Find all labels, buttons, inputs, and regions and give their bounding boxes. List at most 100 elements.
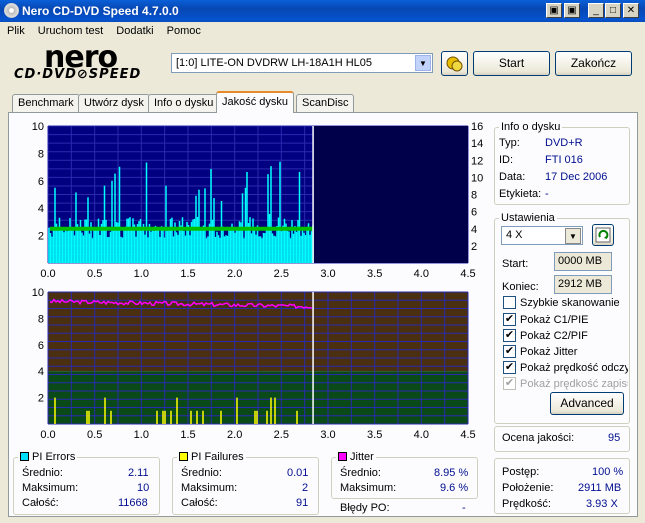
jitter-color-swatch	[338, 452, 347, 461]
quick-scan-label: Szybkie skanowanie	[520, 297, 620, 309]
x-tick-label: 3.5	[367, 429, 382, 441]
cd-dvd-speed-logo: CD·DVD⊘SPEED	[14, 67, 142, 82]
po-errors-value: -	[462, 502, 466, 514]
pi-failures-avg-label: Średnio:	[181, 467, 222, 479]
tab-disc-quality[interactable]: Jakość dysku	[216, 91, 295, 113]
x-tick-label: 4.0	[414, 268, 429, 280]
tray-button-1[interactable]: ▣	[546, 3, 562, 18]
menu-run-test[interactable]: Uruchom test	[31, 22, 106, 37]
chevron-down-icon[interactable]: ▼	[565, 228, 581, 244]
pi-failures-total-value: 91	[296, 497, 309, 509]
speed-label: Prędkość:	[502, 498, 551, 510]
show-pie-checkbox[interactable]: ✔	[503, 313, 516, 326]
tab-disc-info[interactable]: Info o dysku	[148, 94, 220, 112]
start-field[interactable]: 0000 MB	[554, 252, 612, 271]
pi-failures-max-label: Maksimum:	[181, 482, 238, 494]
x-tick-label: 2.0	[227, 429, 242, 441]
maximize-button[interactable]: □	[605, 3, 621, 18]
drive-select[interactable]: [1:0] LITE-ON DVDRW LH-18A1H HL05 ▼	[171, 53, 433, 73]
y-tick-label: 6	[38, 340, 44, 352]
y-tick-label: 4	[38, 203, 44, 215]
y-tick-label: 2	[38, 393, 44, 405]
pi-failures-title: PI Failures	[191, 451, 244, 463]
disc-label-label: Etykieta:	[499, 188, 542, 200]
chevron-down-icon[interactable]: ▼	[415, 55, 431, 71]
close-button[interactable]: ✕	[623, 3, 639, 18]
jitter-avg-label: Średnio:	[340, 467, 381, 479]
menu-file[interactable]: Plik	[0, 22, 28, 37]
progress-value: 100 %	[592, 466, 624, 478]
disc-id-value: FTI 016	[545, 154, 583, 166]
x-tick-label: 1.5	[180, 268, 195, 280]
minimize-button[interactable]: _	[588, 3, 604, 18]
y2-tick-label: 16	[471, 121, 483, 133]
menu-extras[interactable]: Dodatki	[109, 22, 156, 37]
pi-failures-avg-value: 0.01	[287, 467, 309, 479]
x-tick-label: 0.5	[87, 268, 102, 280]
refresh-speed-button[interactable]	[592, 224, 614, 246]
refresh-icon	[595, 227, 611, 243]
jitter-max-label: Maksimum:	[340, 482, 397, 494]
show-read-speed-checkbox[interactable]: ✔	[503, 361, 516, 374]
x-tick-label: 0.5	[87, 429, 102, 441]
tab-scandisc[interactable]: ScanDisc	[296, 94, 355, 112]
disc-type-value: DVD+R	[545, 137, 583, 149]
refresh-drive-button[interactable]	[441, 51, 468, 76]
y2-tick-label: 12	[471, 155, 483, 167]
x-tick-label: 2.0	[227, 268, 242, 280]
disc-type-label: Typ:	[499, 137, 520, 149]
menu-help[interactable]: Pomoc	[160, 22, 204, 37]
end-field[interactable]: 2912 MB	[554, 275, 612, 294]
quality-value: 95	[608, 432, 621, 444]
tab-benchmark[interactable]: Benchmark	[12, 94, 80, 112]
title-bar[interactable]: Nero CD-DVD Speed 4.7.0.0 ▣ ▣ _ □ ✕	[0, 0, 645, 22]
pi-errors-title: PI Errors	[32, 451, 76, 463]
x-tick-label: 1.0	[134, 429, 149, 441]
y-tick-label: 8	[38, 313, 44, 325]
x-tick-label: 1.5	[180, 429, 195, 441]
settings-title: Ustawienia	[501, 212, 555, 224]
x-tick-label: 3.5	[367, 268, 382, 280]
quality-label: Ocena jakości:	[502, 432, 575, 444]
quick-scan-checkbox[interactable]	[503, 296, 516, 309]
tab-create-disc[interactable]: Utwórz dysk	[78, 94, 150, 112]
end-button[interactable]: Zakończ	[555, 51, 632, 76]
drive-select-value: [1:0] LITE-ON DVDRW LH-18A1H HL05	[176, 57, 373, 69]
pi-errors-max-value: 10	[137, 482, 150, 494]
y-tick-label: 4	[38, 366, 44, 378]
show-pif-checkbox[interactable]: ✔	[503, 329, 516, 342]
y2-tick-label: 10	[471, 172, 483, 184]
advanced-button[interactable]: Advanced	[550, 392, 624, 415]
x-tick-label: 4.5	[460, 429, 475, 441]
progress-label: Postęp:	[502, 466, 540, 478]
pi-errors-avg-value: 2.11	[128, 467, 149, 479]
x-tick-label: 3.0	[320, 429, 335, 441]
end-label: Koniec:	[502, 281, 539, 293]
pie-chart: 0.0 0.5 1.0 1.5 2.0 2.5 3.0 3.5 4.0 4.5 2 4 6 8 10 2 4 6 8…	[32, 121, 484, 280]
pi-errors-color-swatch	[20, 452, 29, 461]
x-tick-label: 0.0	[40, 429, 55, 441]
y-tick-label: 2	[38, 231, 44, 243]
show-read-speed-label: Pokaż prędkość odczytu	[520, 362, 628, 374]
unscanned-area	[313, 126, 468, 263]
show-jitter-checkbox[interactable]: ✔	[503, 345, 516, 358]
disc-date-label: Data:	[499, 171, 526, 183]
show-pie-label: Pokaż C1/PIE	[520, 314, 589, 326]
x-tick-label: 4.5	[460, 268, 475, 280]
tray-button-2[interactable]: ▣	[564, 3, 580, 18]
pi-errors-total-value: 11668	[118, 497, 148, 509]
y-tick-label: 10	[32, 287, 44, 299]
y-tick-label: 8	[38, 148, 44, 160]
start-button[interactable]: Start	[473, 51, 550, 76]
po-errors-label: Błędy PO:	[340, 502, 390, 514]
show-write-speed-label: Pokaż prędkość zapisu	[520, 378, 628, 390]
y2-tick-label: 2	[471, 241, 477, 253]
disc-date-value: 17 Dec 2006	[545, 171, 608, 183]
jitter-avg-value: 8.95 %	[434, 467, 469, 479]
speed-select[interactable]: 4 X ▼	[501, 226, 583, 245]
menu-bar: Plik Uruchom test Dodatki Pomoc	[0, 22, 645, 42]
pi-errors-max-label: Maksimum:	[22, 482, 79, 494]
y2-tick-label: 8	[471, 190, 477, 202]
pi-errors-avg-label: Średnio:	[22, 467, 63, 479]
x-tick-label: 1.0	[134, 268, 149, 280]
